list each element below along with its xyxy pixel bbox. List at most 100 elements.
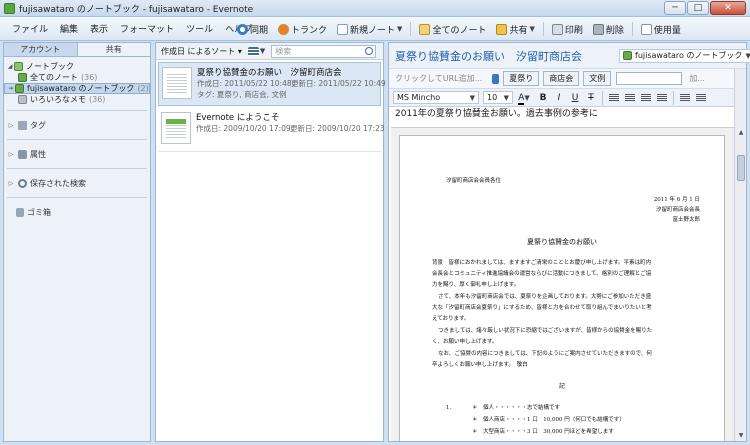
doc-item: ＊ 個人商店・・・・1 口 10,000 円（何口でも結構です） bbox=[472, 417, 625, 423]
menu-format[interactable]: フォーマット bbox=[114, 22, 180, 35]
note-title-field[interactable]: 夏祭り協賛金のお願い 汐留町商店会 bbox=[395, 48, 582, 64]
trunk-label: トランク bbox=[291, 25, 328, 36]
sidebar-divider bbox=[7, 197, 147, 198]
toolbar-divider bbox=[673, 90, 674, 105]
chevron-down-icon[interactable]: ▼ bbox=[529, 25, 534, 33]
usage-button[interactable]: 使用量 bbox=[636, 20, 686, 38]
doc-item-number: 1． bbox=[446, 405, 455, 411]
notebook-icon bbox=[15, 84, 24, 93]
bold-button[interactable]: B bbox=[535, 93, 551, 103]
note-editor: 夏祭り協賛金のお願い 汐留町商店会 fujisawataro のノートブック ▼… bbox=[388, 42, 750, 442]
note-title: 夏祭り協賛金のお願い 汐留町商店会 bbox=[197, 68, 342, 78]
close-button[interactable]: ✕ bbox=[710, 1, 746, 15]
delete-button[interactable]: 削除 bbox=[588, 20, 629, 38]
align-left-icon[interactable] bbox=[609, 93, 619, 102]
sidebar-item-misc-memo[interactable]: いろいろなメモ (36) bbox=[4, 94, 150, 105]
search-icon[interactable] bbox=[365, 46, 374, 55]
list-item[interactable]: Evernote にようこそ 作成日: 2009/10/20 17:09 更新日… bbox=[158, 108, 385, 152]
bulleted-list-icon[interactable] bbox=[680, 93, 690, 102]
sidebar-item-saved-search[interactable]: ▷ 保存された検索 bbox=[4, 174, 150, 192]
numbered-list-icon[interactable] bbox=[696, 93, 706, 102]
doc-line: 背景 皆様におかれましては、ますますご清栄のこととお慶び申し上げます。平素は町内 bbox=[432, 260, 652, 266]
tab-shared[interactable]: 共有 bbox=[76, 43, 151, 56]
align-center-icon[interactable] bbox=[625, 93, 635, 102]
scroll-up-icon[interactable]: ▲ bbox=[737, 129, 745, 136]
all-notes-button[interactable]: 全てのノート bbox=[414, 20, 491, 38]
tag-chip[interactable]: 文例 bbox=[583, 71, 612, 86]
align-right-icon[interactable] bbox=[641, 93, 651, 102]
share-icon bbox=[496, 23, 508, 35]
share-button[interactable]: 共有 ▼ bbox=[491, 20, 539, 38]
evernote-app-icon bbox=[4, 2, 15, 14]
strikethrough-button[interactable]: T bbox=[583, 93, 599, 103]
doc-addressee: 汐留町商店会会員各位 bbox=[446, 178, 502, 184]
trash-icon bbox=[592, 23, 604, 35]
font-size-select[interactable]: 10 ▼ bbox=[483, 91, 513, 104]
italic-button[interactable]: I bbox=[551, 93, 567, 103]
view-mode-button[interactable]: ▼ bbox=[247, 46, 266, 56]
sidebar-item-tags[interactable]: ▷ タグ bbox=[4, 116, 150, 134]
sidebar-item-all-notes[interactable]: 全てのノート (36) bbox=[4, 72, 150, 83]
list-view-icon bbox=[247, 46, 259, 56]
sidebar-divider bbox=[7, 110, 147, 111]
scroll-down-icon[interactable]: ▼ bbox=[737, 432, 745, 439]
sidebar-item-label: 保存された検索 bbox=[30, 178, 86, 188]
sync-button[interactable]: 同期 bbox=[232, 20, 273, 38]
tag-input[interactable] bbox=[616, 72, 683, 85]
list-item[interactable]: 夏祭り協賛金のお願い 汐留町商店会 作成日: 2011/05/22 10:48 … bbox=[158, 62, 386, 106]
search-input[interactable]: 検索 bbox=[271, 44, 377, 58]
sidebar-item-fujisawataro-notebook[interactable]: ➔ fujisawataro のノートブック (2) bbox=[4, 83, 150, 94]
text-color-button[interactable]: A▼ bbox=[513, 92, 535, 105]
sidebar-tabs: アカウント 共有 bbox=[4, 43, 150, 57]
doc-line: 会長会とコミュニティ推進協議会の運営ならびに活動につきまして、格別のご理解とご協 bbox=[432, 271, 652, 277]
sort-dropdown[interactable]: 作成日 によるソート ▾ bbox=[161, 46, 242, 57]
expand-triangle-icon[interactable]: ◢ bbox=[6, 63, 14, 70]
expand-triangle-icon[interactable]: ▷ bbox=[7, 122, 15, 129]
new-note-icon bbox=[337, 23, 349, 35]
usage-label: 使用量 bbox=[653, 25, 681, 36]
notebook-icon bbox=[18, 95, 27, 104]
scrollbar-thumb[interactable] bbox=[737, 155, 745, 181]
menu-file[interactable]: ファイル bbox=[6, 22, 54, 35]
menu-edit[interactable]: 編集 bbox=[54, 22, 84, 35]
align-justify-icon[interactable] bbox=[657, 93, 667, 102]
notebook-tree: ◢ ノートブック 全てのノート (36) ➔ fujisawataro のノート… bbox=[4, 57, 150, 105]
expand-triangle-icon[interactable]: ▷ bbox=[7, 180, 15, 187]
tag-chip[interactable]: 商店会 bbox=[543, 71, 580, 86]
note-title: Evernote にようこそ bbox=[196, 113, 280, 123]
minimize-button[interactable]: ─ bbox=[664, 1, 686, 15]
sidebar-item-label: 属性 bbox=[30, 149, 46, 159]
sidebar-item-notebooks[interactable]: ◢ ノートブック bbox=[4, 61, 150, 72]
tab-account[interactable]: アカウント bbox=[4, 43, 77, 56]
menu-view[interactable]: 表示 bbox=[84, 22, 114, 35]
tag-chip[interactable]: 夏祭り bbox=[503, 71, 540, 86]
expand-triangle-icon[interactable]: ▷ bbox=[7, 151, 15, 158]
chevron-down-icon[interactable]: ▼ bbox=[397, 25, 402, 33]
note-body-text[interactable]: 2011年の夏祭り協賛金お願い。過去事例の参考に bbox=[389, 107, 746, 123]
maximize-button[interactable]: □ bbox=[687, 1, 709, 15]
font-family-select[interactable]: MS Mincho ▼ bbox=[393, 91, 479, 104]
menu-tools[interactable]: ツール bbox=[180, 22, 219, 35]
sidebar-item-trash[interactable]: ゴミ箱 bbox=[4, 203, 150, 221]
search-icon bbox=[18, 178, 27, 188]
doc-line: く、お願い申し上げます。 bbox=[432, 339, 498, 345]
print-button[interactable]: 印刷 bbox=[547, 20, 588, 38]
new-note-button[interactable]: 新規ノート ▼ bbox=[332, 20, 407, 38]
share-label: 共有 bbox=[509, 25, 528, 36]
sync-icon bbox=[237, 23, 248, 35]
chevron-down-icon: ▼ bbox=[259, 47, 266, 55]
editor-title-bar: 夏祭り協賛金のお願い 汐留町商店会 fujisawataro のノートブック ▼ bbox=[389, 43, 750, 69]
doc-line: なお、ご協賛の内容につきましては、下記のようにご案内させていただきますので、何 bbox=[438, 351, 652, 357]
format-toolbar: MS Mincho ▼ 10 ▼ A▼ B I U T bbox=[389, 89, 746, 107]
doc-line: さて、本年も汐留町商店会では、夏祭りを企画しております。大勢にご参加いただき盛 bbox=[438, 294, 652, 300]
delete-label: 削除 bbox=[605, 25, 624, 36]
notebook-selector[interactable]: fujisawataro のノートブック ▼ bbox=[619, 48, 750, 63]
sidebar-item-attributes[interactable]: ▷ 属性 bbox=[4, 145, 150, 163]
document-scrollbar[interactable]: ▲ ▼ bbox=[734, 127, 746, 441]
url-field[interactable]: クリックしてURL追加... bbox=[395, 73, 482, 84]
doc-line: 大な「汐留町商店会夏祭り」にするため、皆様と力を合わせて取り組んでまいりたいと考 bbox=[432, 305, 652, 311]
tag-add-button[interactable]: 加... bbox=[689, 73, 705, 84]
trunk-button[interactable]: トランク bbox=[273, 20, 332, 38]
note-count: (36) bbox=[81, 73, 98, 82]
underline-button[interactable]: U bbox=[567, 93, 583, 103]
